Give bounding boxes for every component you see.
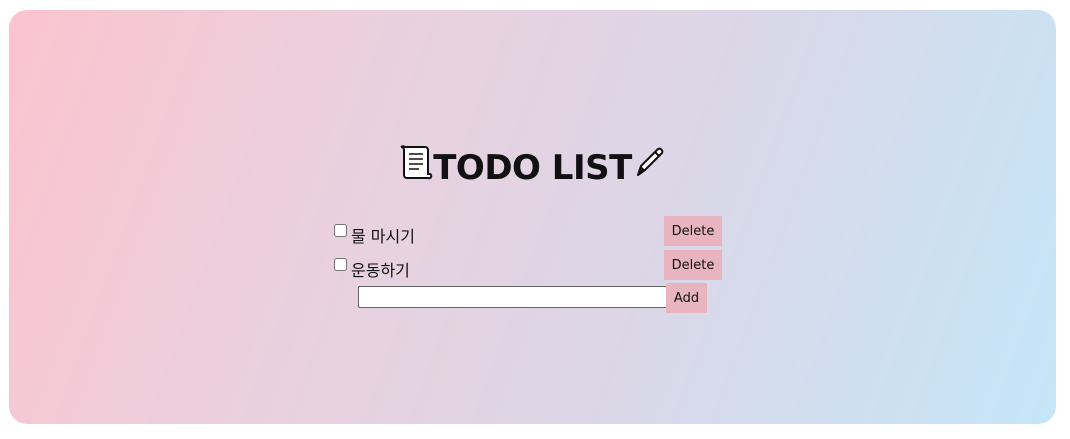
- pen-icon: [632, 145, 666, 188]
- delete-button[interactable]: Delete: [664, 216, 722, 246]
- delete-button[interactable]: Delete: [664, 250, 722, 280]
- todo-label: 물 마시기: [351, 227, 415, 246]
- new-todo-input[interactable]: [358, 286, 668, 308]
- todo-checkbox[interactable]: [334, 258, 347, 271]
- page-title: TODO LIST: [9, 145, 1056, 190]
- title-text: TODO LIST: [433, 148, 632, 188]
- add-button[interactable]: Add: [666, 283, 707, 313]
- scroll-icon: [399, 143, 433, 190]
- todo-checkbox[interactable]: [334, 224, 347, 237]
- todo-item: 운동하기 Delete: [334, 250, 722, 284]
- todo-label: 운동하기: [351, 261, 410, 280]
- todo-item: 물 마시기 Delete: [334, 216, 722, 250]
- todo-card: TODO LIST: [9, 10, 1056, 424]
